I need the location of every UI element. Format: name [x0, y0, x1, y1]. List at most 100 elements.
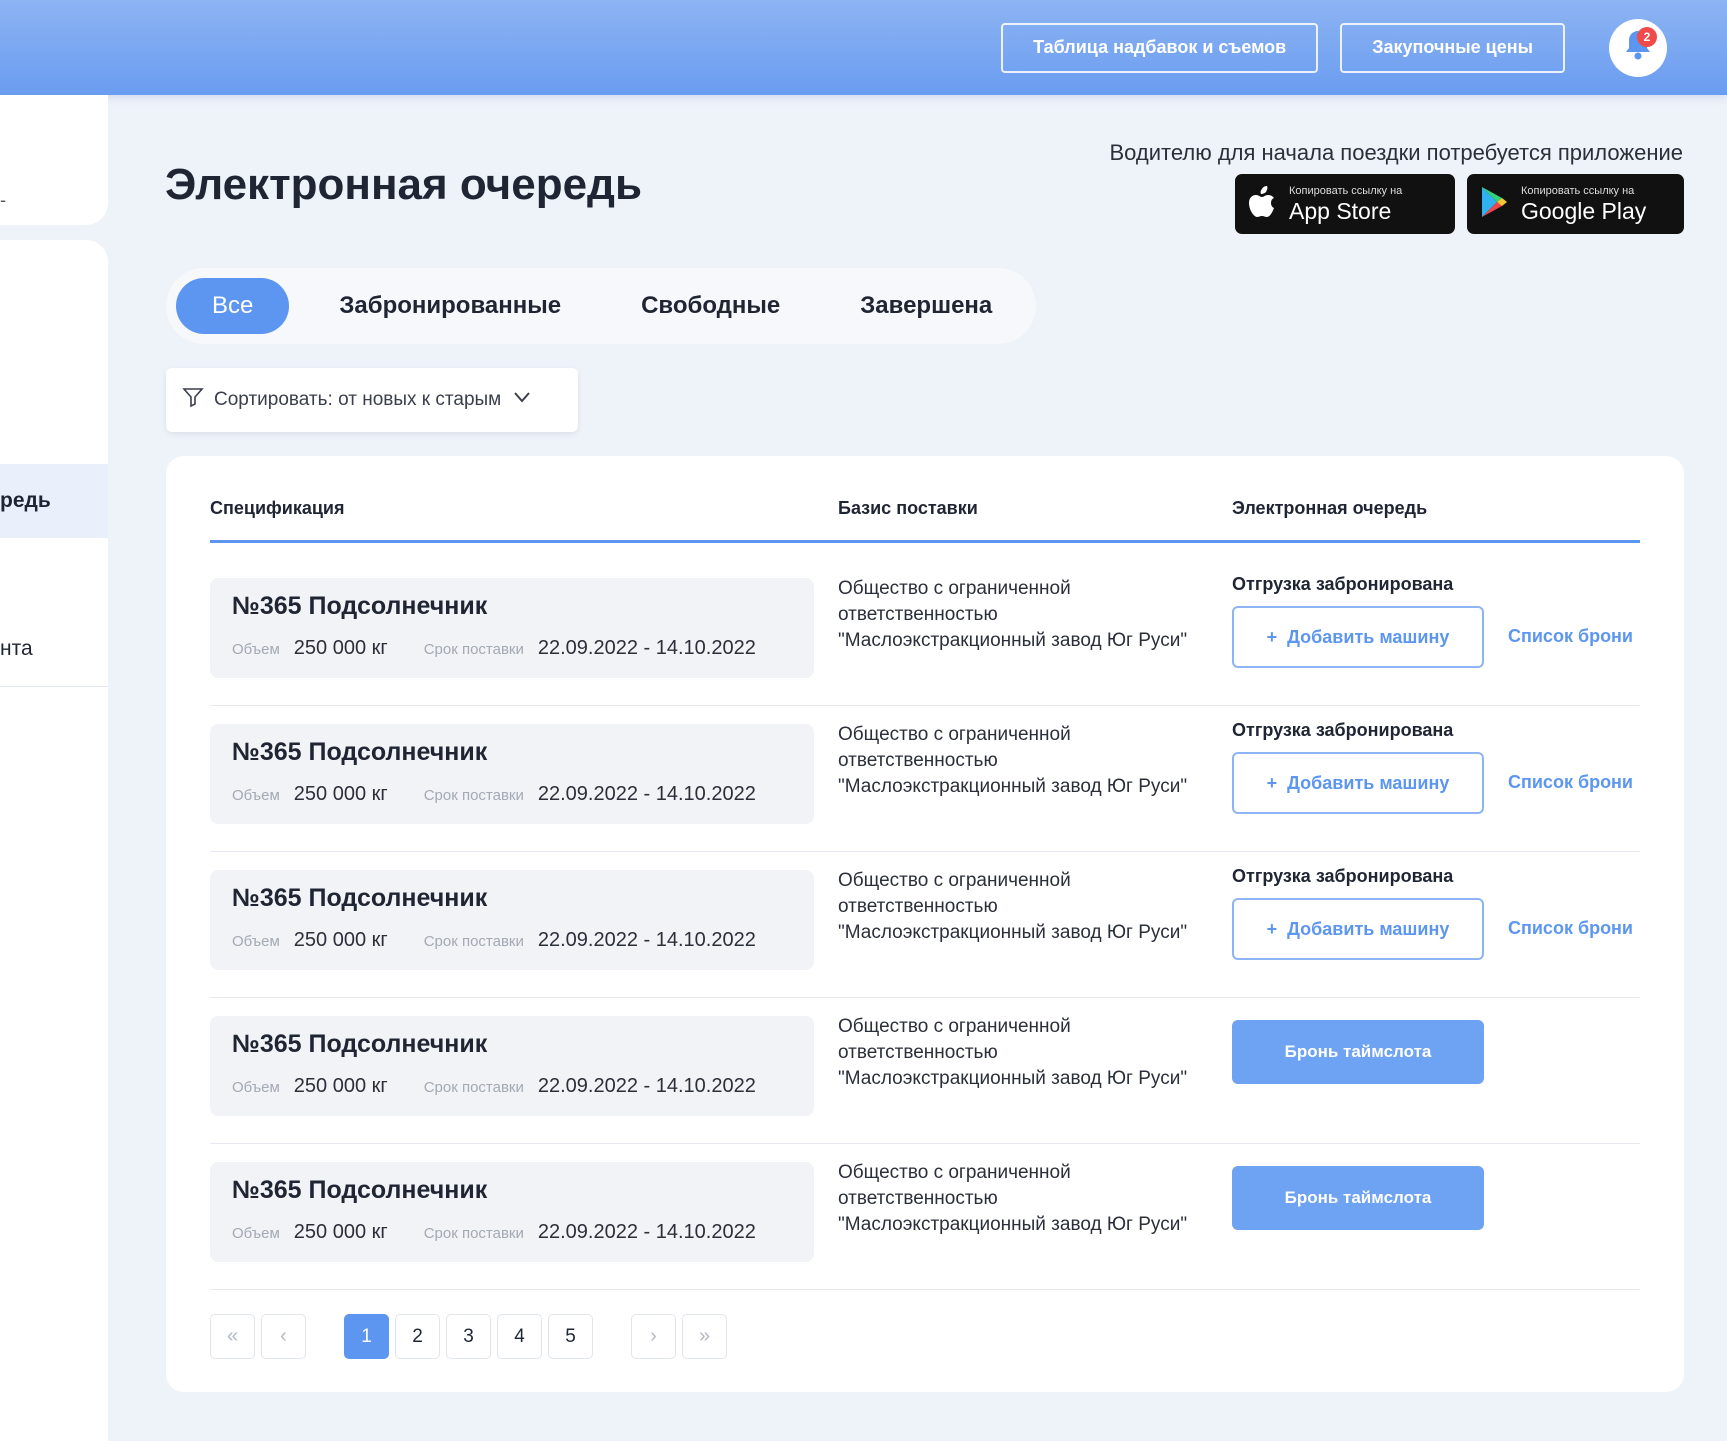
- booking-list-link[interactable]: Список брони: [1508, 772, 1633, 793]
- sidebar: редь нта: [0, 240, 108, 1441]
- term-label: Срок поставки: [423, 641, 524, 658]
- term-value: 22.09.2022 - 14.10.2022: [537, 637, 756, 659]
- page-button-4[interactable]: 4: [497, 1314, 542, 1359]
- term-value: 22.09.2022 - 14.10.2022: [537, 1221, 756, 1243]
- markups-table-button[interactable]: Таблица надбавок и съемов: [1001, 22, 1319, 73]
- sidebar-divider: [0, 686, 108, 687]
- term-label: Срок поставки: [423, 787, 524, 804]
- plus-icon: +: [1266, 918, 1278, 939]
- tab-booked[interactable]: Забронированные: [299, 292, 601, 320]
- purchase-prices-button[interactable]: Закупочные цены: [1340, 22, 1565, 73]
- appstore-label: App Store: [1289, 197, 1392, 224]
- sort-label: Сортировать: от новых к старым: [214, 389, 502, 410]
- book-timeslot-button[interactable]: Бронь таймслота: [1232, 1166, 1484, 1230]
- next-page-button[interactable]: ›: [631, 1314, 676, 1359]
- add-vehicle-button[interactable]: + Добавить машину: [1232, 898, 1484, 960]
- page-button-3[interactable]: 3: [446, 1314, 491, 1359]
- volume-label: Объем: [232, 1079, 280, 1096]
- table-row: №365 Подсолнечник Объем 250 000 кг Срок …: [210, 852, 1640, 998]
- table-row: №365 Подсолнечник Объем 250 000 кг Срок …: [210, 706, 1640, 852]
- tab-all[interactable]: Все: [176, 278, 290, 334]
- chevron-down-icon: [511, 386, 533, 414]
- queue-status: Отгрузка забронирована: [1232, 574, 1454, 594]
- row-divider: [210, 1289, 1640, 1290]
- term-value: 22.09.2022 - 14.10.2022: [537, 929, 756, 951]
- app-note: Водителю для начала поездки потребуется …: [1109, 140, 1683, 165]
- page-button-2[interactable]: 2: [395, 1314, 440, 1359]
- spec-title: №365 Подсолнечник: [232, 1030, 488, 1058]
- volume-label: Объем: [232, 1225, 280, 1242]
- add-vehicle-button[interactable]: + Добавить машину: [1232, 752, 1484, 814]
- tab-completed[interactable]: Завершена: [820, 292, 1032, 320]
- last-page-button[interactable]: »: [682, 1314, 727, 1359]
- sidebar-top-item: -: [0, 190, 6, 210]
- prev-page-button[interactable]: ‹: [261, 1314, 306, 1359]
- notification-badge: 2: [1637, 26, 1657, 47]
- googleplay-label: Google Play: [1521, 197, 1647, 224]
- spec-card[interactable]: №365 Подсолнечник Объем 250 000 кг Срок …: [210, 870, 814, 970]
- booking-list-link[interactable]: Список брони: [1508, 626, 1633, 647]
- delivery-basis: Общество с ограниченной ответственностью "…: [838, 1162, 1188, 1235]
- delivery-basis: Общество с ограниченной ответственностью "…: [838, 578, 1188, 651]
- sidebar-item-queue[interactable]: редь: [0, 464, 108, 538]
- filter-tabs: Все Забронированные Свободные Завершена: [166, 268, 1036, 344]
- table-row: №365 Подсолнечник Объем 250 000 кг Срок …: [210, 998, 1640, 1144]
- volume-label: Объем: [232, 641, 280, 658]
- spec-title: №365 Подсолнечник: [232, 592, 488, 620]
- volume-value: 250 000 кг: [293, 783, 388, 805]
- term-label: Срок поставки: [423, 1079, 524, 1096]
- spec-title: №365 Подсолнечник: [232, 1176, 488, 1204]
- spec-title: №365 Подсолнечник: [232, 738, 488, 766]
- googleplay-link-button[interactable]: Копировать ссылку на Google Play: [1467, 174, 1684, 234]
- delivery-basis: Общество с ограниченной ответственностью "…: [838, 724, 1188, 797]
- spec-card[interactable]: №365 Подсолнечник Объем 250 000 кг Срок …: [210, 1016, 814, 1116]
- volume-value: 250 000 кг: [293, 637, 388, 659]
- delivery-basis: Общество с ограниченной ответственностью "…: [838, 1016, 1188, 1089]
- delivery-basis: Общество с ограниченной ответственностью "…: [838, 870, 1188, 943]
- book-timeslot-button[interactable]: Бронь таймслота: [1232, 1020, 1484, 1084]
- booking-list-link[interactable]: Список брони: [1508, 918, 1633, 939]
- spec-card[interactable]: №365 Подсолнечник Объем 250 000 кг Срок …: [210, 724, 814, 824]
- queue-status: Отгрузка забронирована: [1232, 720, 1454, 740]
- plus-icon: +: [1266, 626, 1278, 647]
- table-row: №365 Подсолнечник Объем 250 000 кг Срок …: [210, 560, 1640, 706]
- plus-icon: +: [1266, 772, 1278, 793]
- google-play-icon: [1479, 185, 1509, 224]
- first-page-button[interactable]: «: [210, 1314, 255, 1359]
- header-basis: Базис поставки: [838, 498, 978, 518]
- apple-icon: [1247, 185, 1277, 224]
- volume-label: Объем: [232, 787, 280, 804]
- term-value: 22.09.2022 - 14.10.2022: [537, 1075, 756, 1097]
- top-bar: Таблица надбавок и съемов Закупочные цен…: [0, 0, 1727, 95]
- term-label: Срок поставки: [423, 1225, 524, 1242]
- sidebar-profile-card: -: [0, 95, 108, 225]
- store-links: Копировать ссылку на App Store Копироват…: [1235, 174, 1684, 234]
- queue-table: Спецификация Базис поставки Электронная …: [166, 456, 1684, 1392]
- notifications-button[interactable]: 2: [1609, 18, 1667, 77]
- add-vehicle-button[interactable]: + Добавить машину: [1232, 606, 1484, 668]
- appstore-link-button[interactable]: Копировать ссылку на App Store: [1235, 174, 1455, 234]
- header-spec: Спецификация: [210, 498, 345, 518]
- spec-title: №365 Подсолнечник: [232, 884, 488, 912]
- page-button-1[interactable]: 1: [344, 1314, 389, 1359]
- googleplay-caption: Копировать ссылку на: [1521, 184, 1635, 197]
- term-label: Срок поставки: [423, 933, 524, 950]
- queue-status: Отгрузка забронирована: [1232, 866, 1454, 886]
- spec-card[interactable]: №365 Подсолнечник Объем 250 000 кг Срок …: [210, 1162, 814, 1262]
- pagination: « ‹ 1 2 3 4 5 › »: [210, 1314, 727, 1359]
- page-title: Электронная очередь: [165, 160, 643, 209]
- header-underline: [210, 540, 1640, 543]
- header-queue: Электронная очередь: [1232, 498, 1428, 518]
- sidebar-item-account[interactable]: нта: [0, 612, 108, 686]
- volume-value: 250 000 кг: [293, 1221, 388, 1243]
- volume-label: Объем: [232, 933, 280, 950]
- sort-dropdown[interactable]: Сортировать: от новых к старым: [166, 368, 578, 432]
- volume-value: 250 000 кг: [293, 1075, 388, 1097]
- tab-free[interactable]: Свободные: [601, 292, 820, 320]
- appstore-caption: Копировать ссылку на: [1289, 184, 1403, 197]
- filter-icon: [182, 386, 204, 414]
- spec-card[interactable]: №365 Подсолнечник Объем 250 000 кг Срок …: [210, 578, 814, 678]
- table-row: №365 Подсолнечник Объем 250 000 кг Срок …: [210, 1144, 1640, 1290]
- volume-value: 250 000 кг: [293, 929, 388, 951]
- page-button-5[interactable]: 5: [548, 1314, 593, 1359]
